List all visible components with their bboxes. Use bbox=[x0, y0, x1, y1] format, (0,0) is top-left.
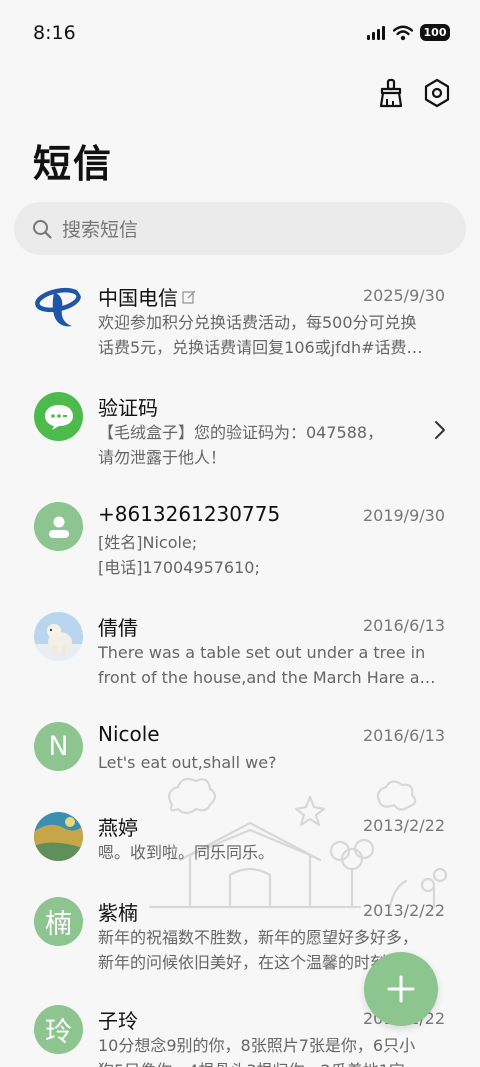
contact-name-text: 燕婷 bbox=[98, 816, 138, 840]
status-time: 8:16 bbox=[33, 22, 76, 44]
conversation-row[interactable]: +8613261230775 2019/9/30 [姓名]Nicole; [电话… bbox=[0, 490, 480, 600]
contact-name: 中国电信 bbox=[98, 282, 196, 311]
contact-name-text: Nicole bbox=[98, 722, 160, 746]
contact-name: 倩倩 bbox=[98, 612, 138, 641]
preview-line-2: 请勿泄露于他人！ bbox=[98, 448, 227, 467]
contact-name-text: 子玲 bbox=[98, 1009, 138, 1033]
conversation-row[interactable]: 验证码 【毛绒盒子】您的验证码为：047588， 请勿泄露于他人！ bbox=[0, 380, 480, 490]
chevron-right-icon[interactable] bbox=[434, 420, 446, 440]
battery-indicator: 100 bbox=[420, 24, 450, 41]
search-bar[interactable]: 搜索短信 bbox=[14, 202, 466, 255]
contact-name-text: +8613261230775 bbox=[98, 502, 281, 526]
conversation-date: 2013/2/22 bbox=[362, 816, 445, 835]
preview-line-1: 欢迎参加积分兑换话费活动，每500分可兑换 bbox=[98, 313, 417, 332]
contact-name-text: 紫楠 bbox=[98, 901, 138, 925]
contact-name: 验证码 bbox=[98, 392, 158, 421]
settings-hexagon-icon[interactable] bbox=[422, 78, 452, 108]
conversation-date: 2019/9/30 bbox=[362, 506, 445, 525]
contact-name-text: 中国电信 bbox=[98, 286, 178, 310]
status-icons: 100 bbox=[366, 24, 450, 41]
avatar-letter: 楠 bbox=[34, 897, 83, 946]
status-bar: 8:16 100 bbox=[0, 0, 480, 68]
top-actions bbox=[376, 78, 452, 108]
preview-line-1: There was a table set out under a tree i… bbox=[98, 643, 426, 662]
preview-line-1: 【毛绒盒子】您的验证码为：047588， bbox=[98, 423, 384, 442]
new-message-button[interactable] bbox=[364, 952, 438, 1026]
landscape-photo bbox=[34, 812, 83, 861]
preview-line-1: 嗯。收到啦。同乐同乐。 bbox=[98, 843, 275, 862]
message-preview: 10分想念9别的你，8张照片7张是你，6只小 狗5只像你，4根骨头3根归你，2瓜… bbox=[98, 1033, 444, 1067]
preview-line-1: [姓名]Nicole; bbox=[98, 533, 198, 552]
page-title: 短信 bbox=[33, 142, 114, 186]
conversation-date: 2016/6/13 bbox=[362, 616, 445, 635]
preview-line-2: [电话]17004957610; bbox=[98, 558, 260, 577]
contact-name: 燕婷 bbox=[98, 812, 138, 841]
search-placeholder: 搜索短信 bbox=[62, 219, 139, 241]
message-preview: There was a table set out under a tree i… bbox=[98, 640, 444, 690]
preview-line-1: Let's eat out,shall we? bbox=[98, 753, 277, 772]
contact-name-text: 验证码 bbox=[98, 396, 158, 420]
conversation-row[interactable]: 中国电信 2025/9/30 欢迎参加积分兑换话费活动，每500分可兑换 话费5… bbox=[0, 270, 480, 380]
avatar-letter: N bbox=[34, 722, 83, 771]
polar-bear-photo bbox=[34, 612, 83, 661]
preview-line-2: front of the house,and the March Hare an… bbox=[98, 668, 444, 687]
preview-line-2: 狗5只像你，4根骨头3根归你，2瓜着地1宝 bbox=[98, 1058, 444, 1067]
contact-name: 紫楠 bbox=[98, 897, 138, 926]
contact-name: Nicole bbox=[98, 722, 160, 746]
preview-line-2: 话费5元，兑换话费请回复106或jfdh#话费… bbox=[98, 338, 423, 357]
search-icon bbox=[33, 219, 52, 239]
conversation-date: 2013/2/22 bbox=[362, 901, 445, 920]
conversation-row[interactable]: 倩倩 2016/6/13 There was a table set out u… bbox=[0, 600, 480, 710]
message-preview: 嗯。收到啦。同乐同乐。 bbox=[98, 840, 444, 865]
plus-icon bbox=[387, 975, 415, 1003]
contact-name-text: 倩倩 bbox=[98, 616, 138, 640]
conversation-date: 2016/6/13 bbox=[362, 726, 445, 745]
edit-icon bbox=[182, 290, 196, 304]
message-preview: [姓名]Nicole; [电话]17004957610; bbox=[98, 530, 444, 580]
preview-line-1: 10分想念9别的你，8张照片7张是你，6只小 bbox=[98, 1036, 416, 1055]
cleanup-brush-icon[interactable] bbox=[376, 78, 406, 108]
preview-line-1: 新年的祝福数不胜数，新年的愿望好多好多， bbox=[98, 928, 419, 947]
avatar-letter: 玲 bbox=[34, 1005, 83, 1054]
conversation-date: 2025/9/30 bbox=[362, 286, 445, 305]
china-telecom-logo bbox=[34, 282, 83, 331]
contact-name: +8613261230775 bbox=[98, 502, 280, 526]
person-icon bbox=[34, 502, 83, 551]
message-preview: 【毛绒盒子】您的验证码为：047588， 请勿泄露于他人！ bbox=[98, 420, 428, 470]
sms-bubble-icon bbox=[34, 392, 83, 441]
message-preview: Let's eat out,shall we? bbox=[98, 750, 444, 775]
signal-icon bbox=[367, 25, 385, 40]
wifi-icon bbox=[393, 25, 413, 40]
contact-name: 子玲 bbox=[98, 1005, 138, 1034]
message-preview: 欢迎参加积分兑换话费活动，每500分可兑换 话费5元，兑换话费请回复106或jf… bbox=[98, 310, 444, 360]
